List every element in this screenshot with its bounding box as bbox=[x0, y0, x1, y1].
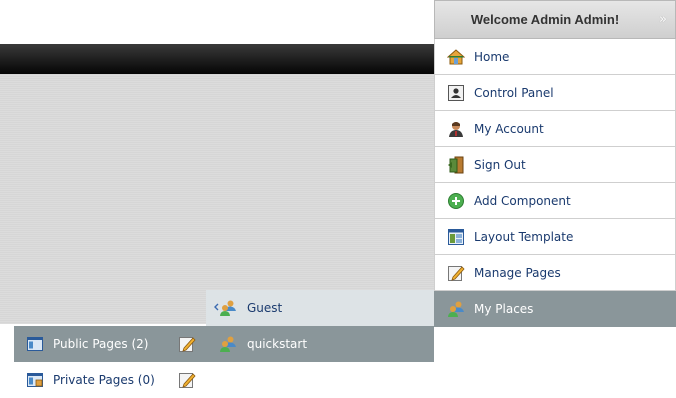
menu-item-my-account[interactable]: My Account bbox=[434, 111, 676, 147]
place-label: quickstart bbox=[247, 337, 308, 351]
place-item-guest[interactable]: Guest bbox=[206, 290, 434, 326]
menu-item-layout-template[interactable]: Layout Template bbox=[434, 219, 676, 255]
dock-header[interactable]: Welcome Admin Admin! » bbox=[434, 0, 676, 39]
menu-item-label: Sign Out bbox=[474, 157, 526, 172]
private-pages-label: Private Pages (0) bbox=[53, 373, 155, 387]
top-bar bbox=[0, 44, 434, 74]
menu-item-label: Control Panel bbox=[474, 85, 554, 100]
user-icon bbox=[447, 120, 465, 138]
dock-menu: Welcome Admin Admin! » Home Control Pane… bbox=[434, 0, 676, 327]
place-item-quickstart[interactable]: quickstart bbox=[206, 326, 434, 362]
group-icon bbox=[214, 335, 238, 353]
public-pages-item[interactable]: Public Pages (2) bbox=[14, 326, 206, 362]
menu-item-label: Home bbox=[474, 49, 510, 64]
group-icon bbox=[447, 300, 465, 318]
my-places-submenu: Guest quickstart bbox=[206, 290, 434, 362]
menu-item-label: My Account bbox=[474, 121, 544, 136]
welcome-title: Welcome Admin Admin! bbox=[470, 12, 620, 27]
menu-item-manage-pages[interactable]: Manage Pages bbox=[434, 255, 676, 291]
menu-item-home[interactable]: Home bbox=[434, 39, 676, 75]
edit-icon bbox=[447, 264, 465, 282]
menu-item-sign-out[interactable]: Sign Out bbox=[434, 147, 676, 183]
page-icon bbox=[26, 335, 44, 353]
private-page-icon bbox=[26, 371, 44, 389]
place-label: Guest bbox=[247, 301, 283, 315]
menu-item-label: My Places bbox=[474, 301, 534, 316]
edit-icon[interactable] bbox=[178, 335, 196, 353]
public-pages-label: Public Pages (2) bbox=[53, 337, 149, 351]
chevron-down-icon[interactable]: » bbox=[651, 12, 675, 27]
plus-circle-icon bbox=[447, 192, 465, 210]
private-pages-item[interactable]: Private Pages (0) bbox=[14, 362, 206, 398]
menu-item-label: Add Component bbox=[474, 193, 571, 208]
control-panel-icon bbox=[447, 84, 465, 102]
layout-icon bbox=[447, 228, 465, 246]
menu-item-add-component[interactable]: Add Component bbox=[434, 183, 676, 219]
menu-item-label: Manage Pages bbox=[474, 265, 561, 280]
home-icon bbox=[446, 48, 466, 66]
door-exit-icon bbox=[447, 156, 465, 174]
edit-icon[interactable] bbox=[178, 371, 196, 389]
pages-submenu: Public Pages (2) Private Pages (0) bbox=[14, 326, 206, 398]
menu-item-label: Layout Template bbox=[474, 229, 574, 244]
menu-item-control-panel[interactable]: Control Panel bbox=[434, 75, 676, 111]
menu-item-my-places[interactable]: My Places bbox=[434, 291, 676, 327]
group-back-icon bbox=[214, 299, 238, 317]
